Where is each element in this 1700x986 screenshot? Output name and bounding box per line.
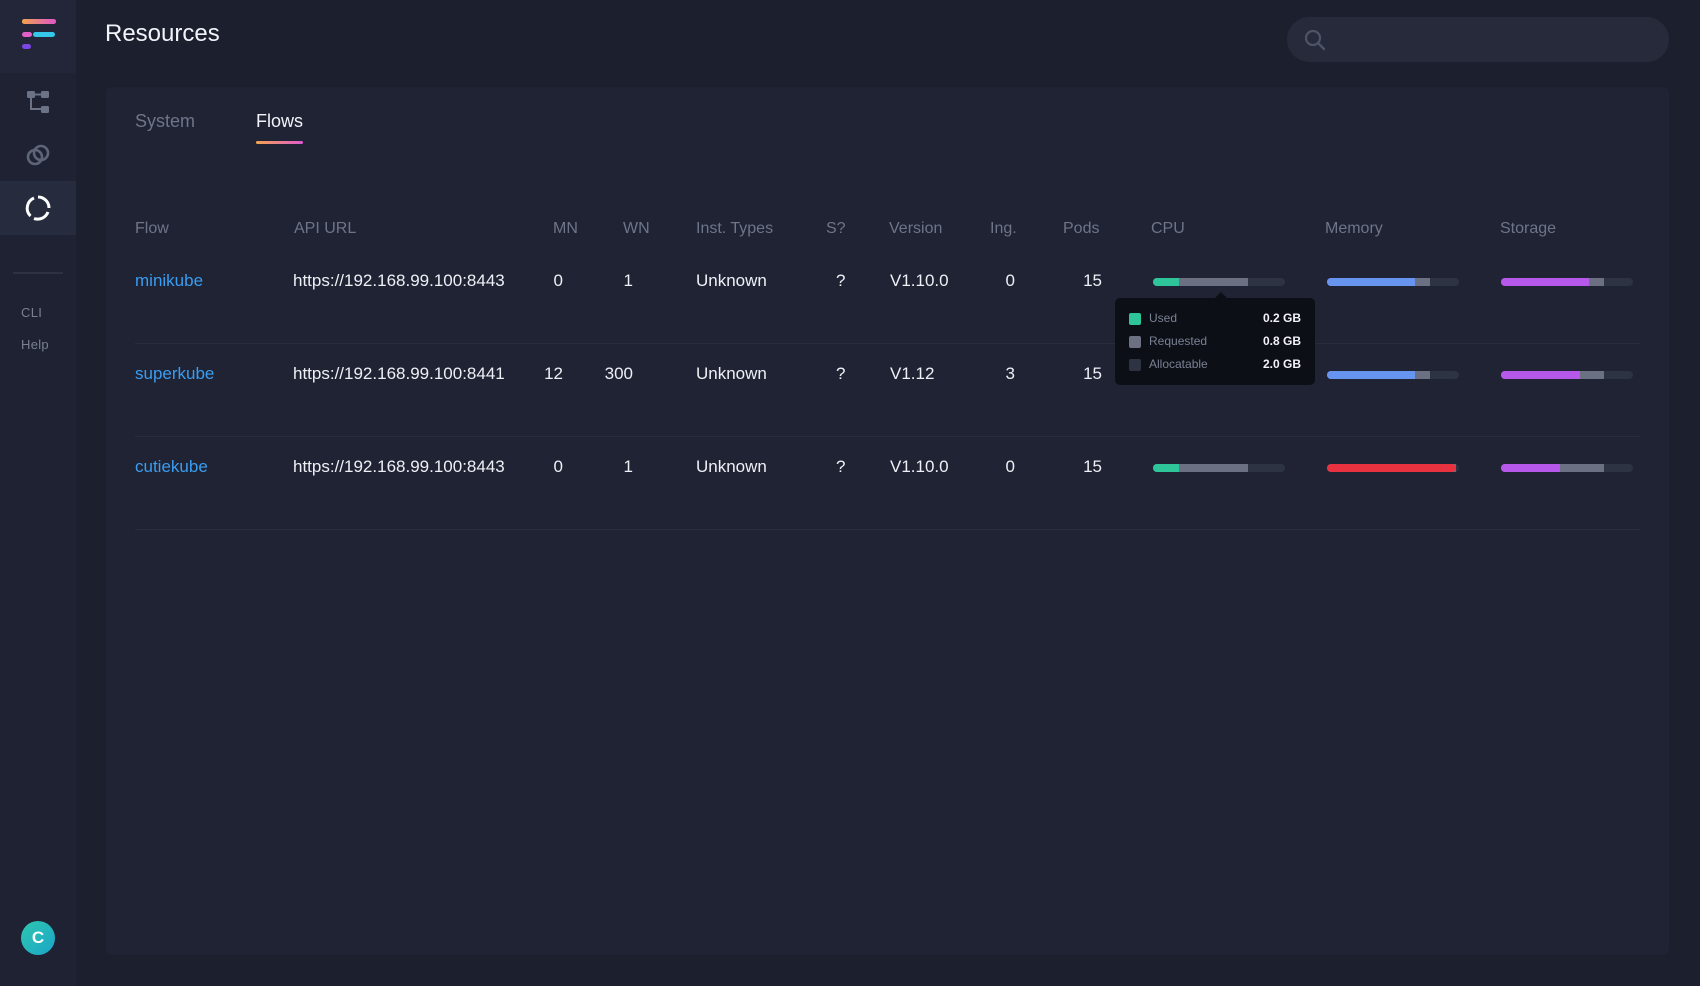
tooltip-row-allocatable: Allocatable 2.0 GB (1129, 356, 1301, 374)
storage-usage-bar[interactable] (1501, 278, 1633, 286)
cpu-usage-bar[interactable] (1153, 464, 1285, 472)
search-bar[interactable] (1287, 17, 1669, 62)
tooltip-row-requested: Requested 0.8 GB (1129, 333, 1301, 351)
ing-cell: 3 (1005, 364, 1015, 383)
ing-cell: 0 (1005, 457, 1015, 476)
flow-link[interactable]: cutiekube (135, 457, 208, 477)
flow-link[interactable]: minikube (135, 271, 203, 291)
wn-cell: 1 (623, 271, 633, 290)
s-cell: ? (836, 457, 846, 476)
s-cell: ? (836, 364, 846, 383)
tooltip-value: 0.2 GB (1262, 311, 1301, 325)
wn-cell: 1 (623, 457, 633, 476)
mn-cell: 12 (544, 364, 563, 383)
tooltip-label: Allocatable (1149, 357, 1208, 371)
link-icon (26, 144, 50, 166)
mn-cell: 0 (553, 457, 563, 476)
legend-swatch (1129, 336, 1141, 348)
flow-hierarchy-icon (27, 91, 49, 113)
sidebar: CLI Help C (0, 0, 76, 986)
memory-usage-bar[interactable] (1327, 464, 1459, 472)
tooltip-label: Used (1149, 311, 1178, 325)
tooltip-value: 0.8 GB (1262, 334, 1301, 348)
avatar[interactable]: C (21, 921, 55, 955)
api-url-cell: https://192.168.99.100:8441 (293, 364, 505, 383)
version-cell: V1.10.0 (890, 457, 949, 476)
tooltip-row-used: Used 0.2 GB (1129, 310, 1301, 328)
bar-used (1327, 371, 1416, 379)
logo-icon (22, 19, 56, 49)
pods-cell: 15 (1083, 364, 1102, 383)
sidebar-item-resources[interactable] (0, 181, 76, 235)
col-header-pods[interactable]: Pods (1063, 220, 1099, 238)
sidebar-link-help[interactable]: Help (21, 337, 49, 352)
active-tab-underline (256, 141, 304, 144)
bar-used (1327, 278, 1416, 286)
pods-cell: 15 (1083, 271, 1102, 290)
col-header-flow[interactable]: Flow (135, 220, 169, 238)
bar-used (1327, 464, 1457, 472)
col-header-api-url[interactable]: API URL (294, 220, 356, 238)
version-cell: V1.12 (890, 364, 935, 383)
flow-link[interactable]: superkube (135, 364, 214, 384)
bar-used (1153, 278, 1180, 286)
api-url-cell: https://192.168.99.100:8443 (293, 457, 505, 476)
legend-swatch (1129, 359, 1141, 371)
s-cell: ? (836, 271, 846, 290)
wn-cell: 300 (604, 364, 633, 383)
tab-label: Flows (256, 111, 304, 131)
cpu-tooltip: Used 0.2 GB Requested 0.8 GB Allocatable… (1115, 292, 1315, 385)
tooltip-arrow (1215, 292, 1227, 298)
col-header-mn[interactable]: MN (553, 220, 578, 238)
cpu-usage-bar[interactable] (1153, 278, 1285, 286)
bar-used (1501, 371, 1581, 379)
memory-usage-bar[interactable] (1327, 371, 1459, 379)
api-url-cell: https://192.168.99.100:8443 (293, 271, 505, 290)
app-root: CLI Help C Resources System Flows Flow A… (0, 0, 1700, 986)
bar-used (1501, 278, 1590, 286)
sidebar-item-flows[interactable] (0, 75, 76, 129)
table-row[interactable]: minikube https://192.168.99.100:8443 0 1… (135, 251, 1640, 344)
memory-usage-bar[interactable] (1327, 278, 1459, 286)
tooltip-value: 2.0 GB (1262, 357, 1301, 371)
pods-cell: 15 (1083, 457, 1102, 476)
app-logo[interactable] (0, 0, 76, 73)
sidebar-divider (13, 272, 63, 274)
mn-cell: 0 (553, 271, 563, 290)
storage-usage-bar[interactable] (1501, 464, 1633, 472)
tab-label: System (135, 111, 196, 131)
col-header-memory[interactable]: Memory (1325, 220, 1383, 238)
bar-used (1501, 464, 1561, 472)
sidebar-link-cli[interactable]: CLI (21, 305, 42, 320)
inst-types-cell: Unknown (696, 271, 767, 290)
col-header-version[interactable]: Version (889, 220, 942, 238)
tooltip-label: Requested (1149, 334, 1208, 348)
search-icon (1304, 29, 1326, 51)
col-header-wn[interactable]: WN (623, 220, 650, 238)
sidebar-item-links[interactable] (0, 128, 76, 182)
resources-ring-icon (25, 195, 51, 221)
col-header-storage[interactable]: Storage (1500, 220, 1556, 238)
legend-swatch (1129, 313, 1141, 325)
table-row[interactable]: cutiekube https://192.168.99.100:8443 0 … (135, 437, 1640, 530)
page-title: Resources (105, 20, 220, 47)
bar-used (1153, 464, 1180, 472)
table-row[interactable]: superkube https://192.168.99.100:8441 12… (135, 344, 1640, 437)
inst-types-cell: Unknown (696, 457, 767, 476)
version-cell: V1.10.0 (890, 271, 949, 290)
tab-system[interactable]: System (135, 111, 195, 132)
tab-flows[interactable]: Flows (256, 111, 304, 144)
col-header-inst-types[interactable]: Inst. Types (696, 220, 773, 238)
col-header-s[interactable]: S? (826, 220, 846, 238)
inst-types-cell: Unknown (696, 364, 767, 383)
storage-usage-bar[interactable] (1501, 371, 1633, 379)
ing-cell: 0 (1005, 271, 1015, 290)
col-header-cpu[interactable]: CPU (1151, 220, 1185, 238)
resources-panel: System Flows Flow API URL MN WN Inst. Ty… (106, 87, 1669, 955)
col-header-ing[interactable]: Ing. (990, 220, 1017, 238)
